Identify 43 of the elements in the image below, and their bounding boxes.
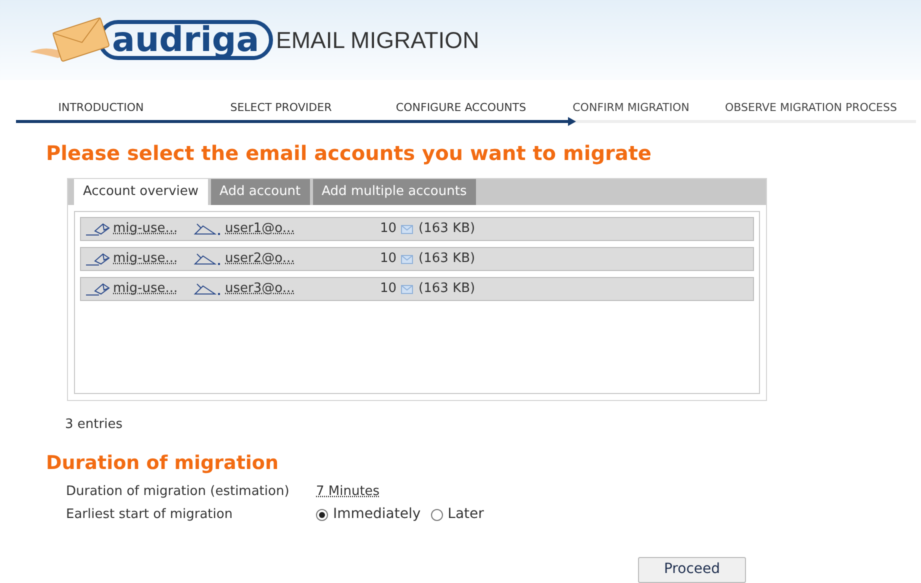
radio-option[interactable]: Immediately — [316, 504, 421, 525]
app-title: EMAIL MIGRATION — [276, 26, 480, 55]
target-account-link[interactable]: user3@o... — [225, 279, 380, 299]
page-heading: Please select the email accounts you want to migrate — [46, 140, 652, 167]
step-label: OBSERVE MIGRATION PROCESS — [724, 100, 898, 116]
step-label: SELECT PROVIDER — [229, 100, 333, 116]
field-label: Duration of migration (estimation) — [66, 482, 290, 501]
pencil-envelope-icon — [85, 222, 111, 236]
source-account-link[interactable]: mig-use... — [113, 219, 193, 239]
envelope-arrow-icon — [193, 222, 223, 236]
tab[interactable]: Account overview — [74, 179, 208, 205]
message-count: 10 — [380, 220, 397, 238]
step-label: CONFIRM MIGRATION — [572, 100, 690, 116]
mailbox-size: (163 KB) — [418, 220, 476, 238]
pencil-envelope-icon — [85, 252, 111, 266]
envelope-arrow-icon — [193, 252, 223, 266]
duration-value: 7 Minutes — [316, 482, 380, 501]
pencil-envelope-icon — [85, 282, 111, 296]
field-label: Earliest start of migration — [66, 506, 234, 524]
envelope-arrow-icon — [193, 282, 223, 296]
mail-icon — [400, 224, 413, 234]
radio-button[interactable] — [316, 508, 328, 520]
logo: audriga — [98, 20, 274, 60]
mail-icon — [400, 254, 413, 264]
account-row[interactable]: mig-use... user1@o... 10 (163 KB) — [80, 217, 754, 241]
mail-icon — [400, 284, 413, 294]
step-label: INTRODUCTION — [57, 100, 145, 116]
entries-count: 3 entries — [65, 416, 124, 434]
target-account-link[interactable]: user1@o... — [225, 219, 380, 239]
account-row[interactable]: mig-use... user2@o... 10 (163 KB) — [80, 247, 754, 271]
message-count: 10 — [380, 250, 397, 268]
radio-option[interactable]: Later — [430, 504, 484, 525]
source-account-link[interactable]: mig-use... — [113, 279, 193, 299]
radio-button[interactable] — [430, 508, 443, 520]
section-heading: Duration of migration — [46, 450, 280, 476]
message-count: 10 — [380, 280, 397, 298]
proceed-button[interactable]: Proceed — [638, 556, 746, 582]
mailbox-size: (163 KB) — [418, 280, 476, 298]
account-row[interactable]: mig-use... user3@o... 10 (163 KB) — [80, 277, 754, 301]
target-account-link[interactable]: user2@o... — [225, 249, 380, 269]
mailbox-size: (163 KB) — [418, 250, 476, 268]
source-account-link[interactable]: mig-use... — [113, 249, 193, 269]
step-label: CONFIGURE ACCOUNTS — [394, 100, 528, 116]
